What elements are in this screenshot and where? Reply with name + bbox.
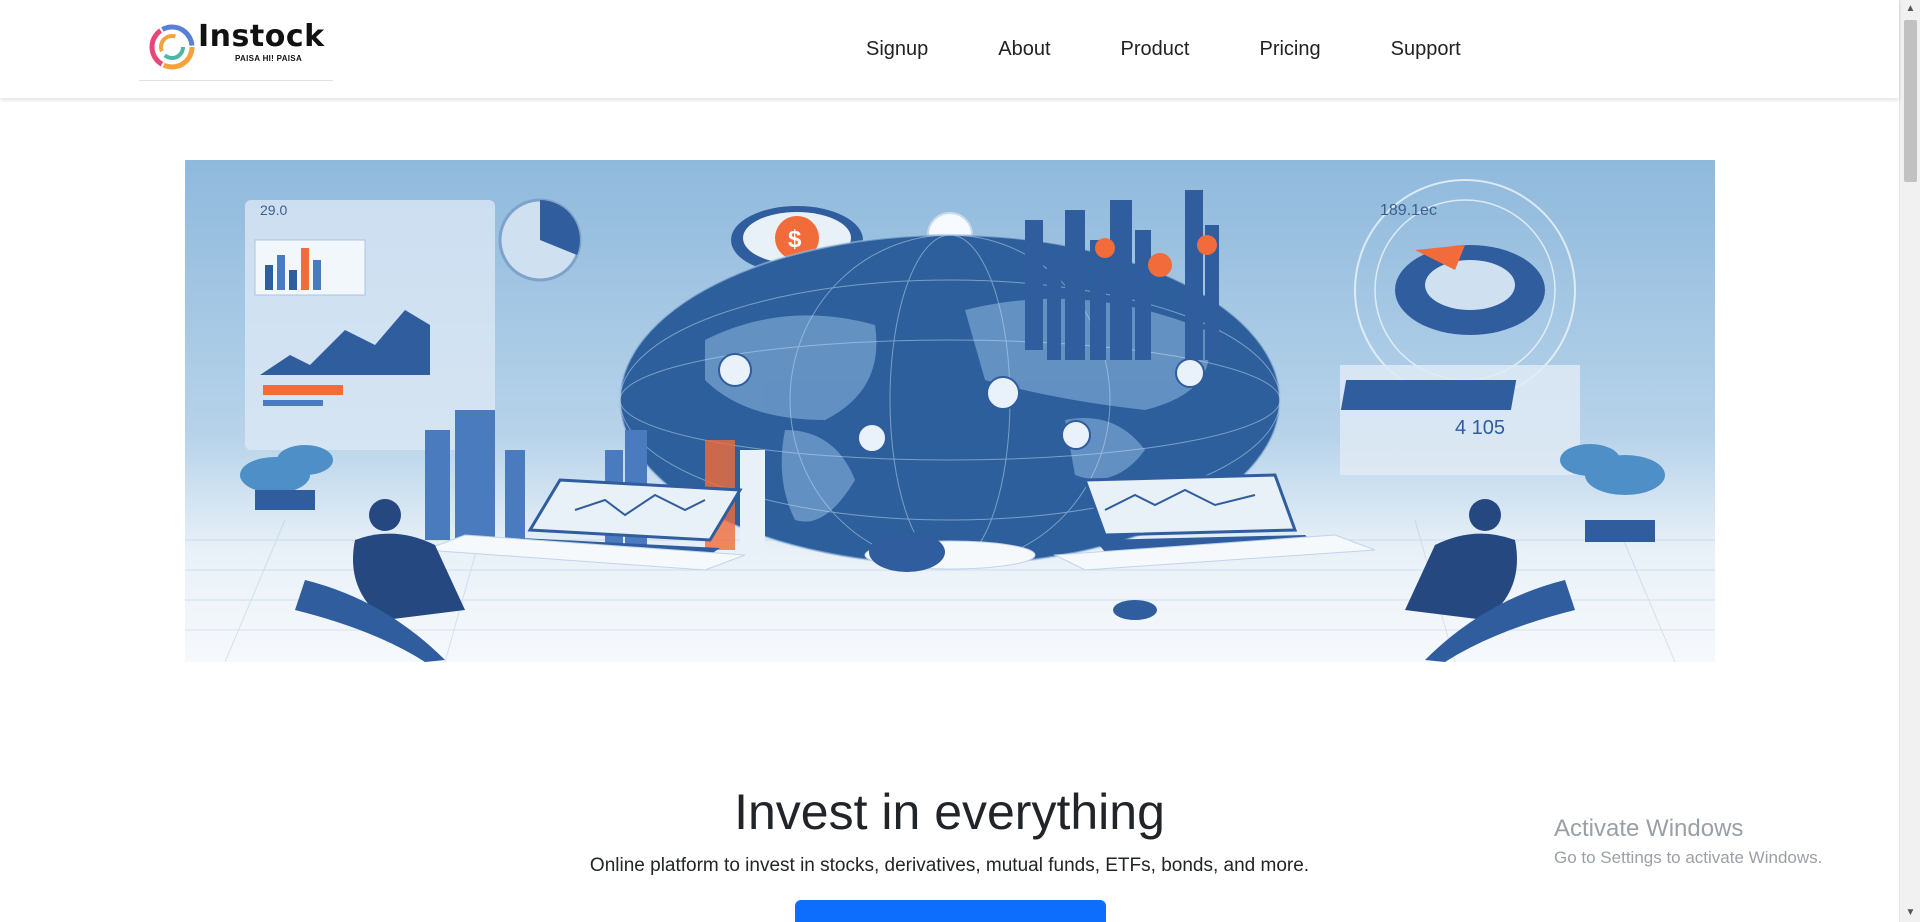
brand-logo-link[interactable]: Instock PAISA HI! PAISA [139, 8, 333, 81]
city-skyline-right [1025, 190, 1219, 360]
scroll-up-arrow-icon[interactable]: ▲ [1900, 0, 1920, 18]
top-right-number: 189.1ec [1380, 202, 1437, 219]
left-plant [240, 445, 333, 510]
right-panel-number: 4 105 [1455, 417, 1505, 439]
nav-pricing[interactable]: Pricing [1259, 36, 1320, 62]
nav-about[interactable]: About [998, 36, 1050, 62]
scroll-down-arrow-icon[interactable]: ▼ [1900, 904, 1920, 922]
main-nav: Signup About Product Pricing Support [866, 36, 1461, 62]
hero-subline: Online platform to invest in stocks, der… [589, 855, 1310, 876]
hero-illustration-svg: 29.0 $ 189.1ec 4 105 [185, 179, 1715, 662]
page: Instock PAISA HI! PAISA Signup About Pro… [0, 0, 1920, 922]
brand-tagline: PAISA HI! PAISA [235, 54, 303, 63]
top-left-number: 29.0 [260, 202, 287, 218]
vertical-scrollbar[interactable]: ▲ ▼ [1899, 0, 1920, 922]
scrollbar-thumb[interactable] [1904, 20, 1917, 182]
nav-signup[interactable]: Signup [866, 36, 928, 62]
brand-name: Instock [198, 19, 325, 54]
top-navbar: Instock PAISA HI! PAISA Signup About Pro… [0, 0, 1899, 98]
hero-headline: Invest in everything [734, 784, 1165, 840]
swirl-logo-icon [149, 24, 195, 70]
person-right [1405, 499, 1575, 662]
signup-cta-button[interactable] [795, 900, 1106, 922]
nav-support[interactable]: Support [1391, 36, 1461, 62]
hero-illustration: 29.0 $ 189.1ec 4 105 [185, 160, 1715, 662]
svg-text:$: $ [788, 226, 802, 253]
nav-product[interactable]: Product [1121, 36, 1190, 62]
right-plant [1560, 444, 1665, 542]
